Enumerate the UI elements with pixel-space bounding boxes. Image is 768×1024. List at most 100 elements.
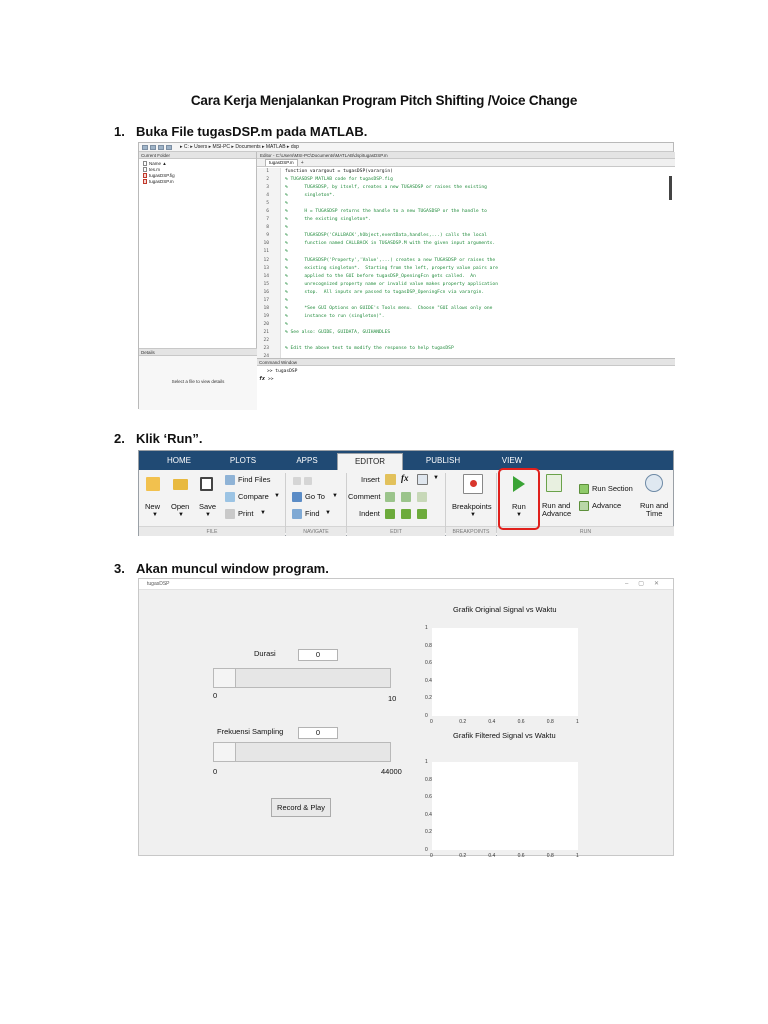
code-line[interactable]: 14 % applied to the GUI before tugasDSP_O… xyxy=(257,272,661,281)
browse-folder-icon[interactable] xyxy=(166,144,172,150)
code-area[interactable]: 1 function varargout = tugasDSP(varargin)… xyxy=(257,168,661,362)
run-section-button[interactable]: Run Section xyxy=(592,484,633,493)
run-and-time-button[interactable]: Run and Time xyxy=(640,502,668,518)
record-play-button[interactable]: Record & Play xyxy=(271,798,331,817)
code-gutter[interactable] xyxy=(271,216,281,225)
go-to-button[interactable]: Go To xyxy=(305,492,325,501)
code-line[interactable]: 7 % the existing singleton*. xyxy=(257,216,661,225)
increase-indent-icon[interactable] xyxy=(401,509,411,519)
code-gutter[interactable] xyxy=(271,248,281,257)
code-gutter[interactable] xyxy=(271,168,281,177)
uncomment-icon[interactable] xyxy=(401,492,411,502)
code-gutter[interactable] xyxy=(271,345,281,354)
editor-scrollbar[interactable] xyxy=(669,176,672,200)
decrease-indent-icon[interactable] xyxy=(417,509,427,519)
file-item[interactable]: tugasDSP.m xyxy=(143,178,252,184)
code-gutter[interactable] xyxy=(271,320,281,329)
code-gutter[interactable] xyxy=(271,336,281,346)
code-gutter[interactable] xyxy=(271,240,281,249)
code-gutter[interactable] xyxy=(271,208,281,217)
code-line[interactable]: 1 function varargout = tugasDSP(varargin) xyxy=(257,168,661,177)
chevron-down-icon[interactable]: ▼ xyxy=(205,512,211,518)
chevron-down-icon[interactable]: ▼ xyxy=(152,512,158,518)
code-line[interactable]: 6 % H = TUGASDSP returns the handle to a … xyxy=(257,208,661,217)
fx-icon[interactable]: fx xyxy=(401,473,409,483)
tab-editor[interactable]: EDITOR xyxy=(337,453,403,470)
code-gutter[interactable] xyxy=(271,304,281,313)
advance-button[interactable]: Advance xyxy=(592,501,621,510)
code-gutter[interactable] xyxy=(271,232,281,241)
editor-tab-tugasdsp[interactable]: tugasDSP.m xyxy=(265,159,298,166)
code-gutter[interactable] xyxy=(271,328,281,337)
code-gutter[interactable] xyxy=(271,192,281,201)
durasi-slider-thumb[interactable] xyxy=(214,669,236,687)
code-gutter[interactable] xyxy=(271,264,281,273)
comment-icon[interactable] xyxy=(385,492,395,502)
code-line[interactable]: 15 % unrecognized property name or invali… xyxy=(257,280,661,289)
code-line[interactable]: 23 % Edit the above text to modify the re… xyxy=(257,345,661,354)
folder-path[interactable]: ▸ C: ▸ Users ▸ MSI-PC ▸ Documents ▸ MATL… xyxy=(180,144,299,150)
open-icon[interactable] xyxy=(173,479,188,490)
back-icon[interactable] xyxy=(142,144,148,150)
chevron-down-icon[interactable]: ▼ xyxy=(325,510,331,516)
chevron-down-icon[interactable]: ▼ xyxy=(178,512,184,518)
frekuensi-sampling-slider[interactable] xyxy=(213,742,391,762)
find-button[interactable]: Find xyxy=(305,509,320,518)
up-folder-icon[interactable] xyxy=(158,144,164,150)
wrap-comment-icon[interactable] xyxy=(417,492,427,502)
code-gutter[interactable] xyxy=(271,256,281,265)
command-prompt-line[interactable]: fx >> xyxy=(257,374,675,382)
code-line[interactable]: 9 % TUGASDSP('CALLBACK',hObject,eventData… xyxy=(257,232,661,241)
code-gutter[interactable] xyxy=(271,224,281,233)
code-line[interactable]: 13 % existing singleton*. Starting from t… xyxy=(257,264,661,273)
insert-button[interactable]: Insert xyxy=(361,475,380,484)
save-button[interactable]: Save xyxy=(199,502,216,511)
code-line[interactable]: 12 % TUGASDSP('Property','Value',...) cre… xyxy=(257,256,661,265)
save-icon[interactable] xyxy=(200,477,213,491)
durasi-slider[interactable] xyxy=(213,668,391,688)
code-gutter[interactable] xyxy=(271,280,281,289)
tab-publish[interactable]: PUBLISH xyxy=(403,451,483,470)
code-line[interactable]: 17% xyxy=(257,296,661,305)
code-gutter[interactable] xyxy=(271,176,281,185)
code-line[interactable]: 21 % See also: GUIDE, GUIDATA, GUIHANDLES xyxy=(257,328,661,337)
new-button[interactable]: New xyxy=(145,502,160,511)
chevron-down-icon[interactable]: ▼ xyxy=(260,510,266,516)
chevron-down-icon[interactable]: ▼ xyxy=(433,475,439,481)
code-line[interactable]: 20% xyxy=(257,320,661,329)
durasi-input[interactable]: 0 xyxy=(298,649,338,661)
frekuensi-sampling-slider-thumb[interactable] xyxy=(214,743,236,761)
find-files-button[interactable]: Find Files xyxy=(238,475,271,484)
open-button[interactable]: Open xyxy=(171,502,189,511)
code-line[interactable]: 3 % TUGASDSP, by itself, creates a new TU… xyxy=(257,184,661,193)
plot-axes[interactable] xyxy=(432,762,578,850)
code-line[interactable]: 10 % function named CALLBACK in TUGASDSP.… xyxy=(257,240,661,249)
code-line[interactable]: 18 % *See GUI Options on GUIDE's Tools me… xyxy=(257,304,661,313)
breakpoints-button[interactable]: Breakpoints xyxy=(452,502,492,511)
plot-axes[interactable] xyxy=(432,628,578,716)
code-line[interactable]: 19 % instance to run (singleton)". xyxy=(257,312,661,321)
chevron-down-icon[interactable]: ▼ xyxy=(470,512,476,518)
code-gutter[interactable] xyxy=(271,312,281,321)
code-gutter[interactable] xyxy=(271,184,281,193)
tab-home[interactable]: HOME xyxy=(149,451,209,470)
code-line[interactable]: 4 % singleton*. xyxy=(257,192,661,201)
comment-button[interactable]: Comment xyxy=(348,492,381,501)
code-line[interactable]: 16 % stop. All inputs are passed to tugas… xyxy=(257,288,661,297)
code-gutter[interactable] xyxy=(271,272,281,281)
tab-apps[interactable]: APPS xyxy=(277,451,337,470)
code-line[interactable]: 2 % TUGASDSP MATLAB code for tugasDSP.fig xyxy=(257,176,661,185)
run-and-advance-icon[interactable] xyxy=(546,474,562,492)
run-and-advance-button[interactable]: Run and Advance xyxy=(542,502,571,518)
code-line[interactable]: 11% xyxy=(257,248,661,257)
forward-icon[interactable] xyxy=(150,144,156,150)
code-gutter[interactable] xyxy=(271,288,281,297)
function-icon[interactable] xyxy=(417,474,428,485)
run-and-time-icon[interactable] xyxy=(645,474,663,492)
code-gutter[interactable] xyxy=(271,296,281,305)
new-icon[interactable] xyxy=(146,477,160,491)
window-controls[interactable]: –▢✕ xyxy=(625,579,669,590)
chevron-down-icon[interactable]: ▼ xyxy=(332,493,338,499)
frekuensi-sampling-input[interactable]: 0 xyxy=(298,727,338,739)
code-line[interactable]: 8% xyxy=(257,224,661,233)
